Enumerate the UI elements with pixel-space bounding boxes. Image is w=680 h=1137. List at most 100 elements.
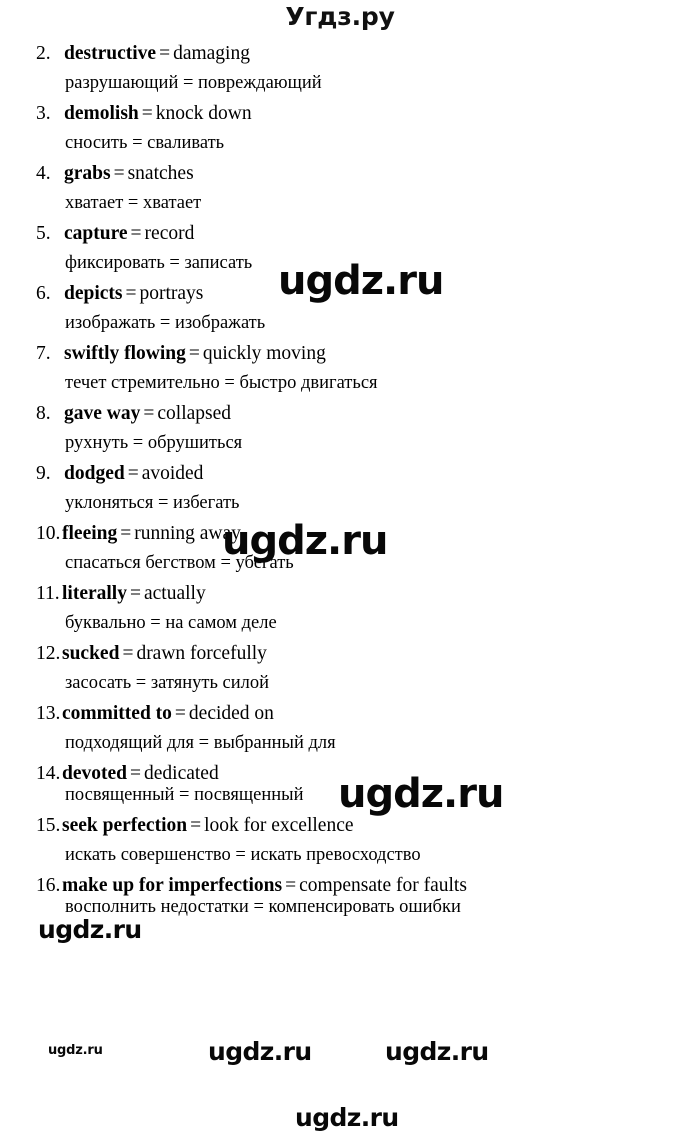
- entry-english-line: 10.fleeing = running away: [0, 524, 680, 544]
- entry-term: fleeing: [62, 523, 118, 544]
- entry-term: destructive: [64, 43, 157, 64]
- entry-english-line: 11. literally = actually: [0, 584, 680, 604]
- equals-sign: =: [120, 523, 132, 544]
- entry-number: 2.: [36, 43, 51, 64]
- entry-english-line: 2. destructive = damaging: [0, 44, 680, 64]
- entry-term: committed to: [62, 703, 172, 724]
- entry-term: dodged: [64, 463, 125, 484]
- entry-number: 16.: [36, 875, 61, 896]
- vocabulary-entry: 4. grabs = snatches хватает = хватает: [0, 164, 680, 212]
- equals-sign: =: [188, 343, 200, 364]
- equals-sign: =: [174, 703, 186, 724]
- entry-synonym: quickly moving: [202, 343, 326, 364]
- entry-synonym: record: [144, 223, 195, 244]
- entry-synonym: drawn forcefully: [136, 643, 267, 664]
- entry-synonym: compensate for faults: [299, 875, 467, 896]
- equals-sign: =: [125, 283, 137, 304]
- entry-translation-line: сносить = сваливать: [65, 132, 225, 153]
- entry-term: make up for imperfections: [62, 875, 283, 896]
- equals-sign: =: [129, 583, 141, 604]
- equals-sign: =: [285, 875, 297, 896]
- vocabulary-entry: 12.sucked = drawn forcefully засосать = зат…: [0, 644, 680, 692]
- scanned-page: Угдз.ру 2. destructive = damaging разрушающи…: [0, 0, 680, 1137]
- entry-synonym: knock down: [155, 103, 252, 124]
- entry-synonym: actually: [143, 583, 206, 604]
- entry-term: sucked: [62, 643, 120, 664]
- entry-number: 9.: [36, 463, 51, 484]
- entry-term: gave way: [64, 403, 141, 424]
- entry-term: devoted: [62, 763, 127, 784]
- entry-english-line: 5. capture = record: [0, 224, 680, 244]
- vocabulary-entry: 13.committed to = decided on подходящий для…: [0, 704, 680, 752]
- site-watermark: ugdz.ru: [295, 1103, 399, 1132]
- entry-number: 6.: [36, 283, 51, 304]
- equals-sign: =: [190, 815, 202, 836]
- entry-english-line: 8. gave way = collapsed: [0, 404, 680, 424]
- entry-number: 12.: [36, 643, 61, 664]
- entry-translation-line: посвященный = посвященный: [65, 784, 304, 805]
- entry-english-line: 13.committed to = decided on: [0, 704, 680, 724]
- equals-sign: =: [127, 463, 139, 484]
- entry-synonym: damaging: [173, 43, 250, 64]
- vocabulary-entry: 14.devoted = dedicated посвященный = посвящ…: [0, 764, 680, 804]
- equals-sign: =: [122, 643, 134, 664]
- entry-english-line: 14.devoted = dedicated: [0, 764, 680, 784]
- entry-translation-line: изображать = изображать: [65, 312, 266, 333]
- site-watermark: ugdz.ru: [48, 1043, 103, 1058]
- entry-english-line: 7. swiftly flowing = quickly moving: [0, 344, 680, 364]
- entry-term: seek perfection: [62, 815, 188, 836]
- entry-number: 8.: [36, 403, 51, 424]
- entry-synonym: look for excellence: [204, 815, 354, 836]
- entry-synonym: collapsed: [157, 403, 232, 424]
- site-watermark: ugdz.ru: [385, 1037, 489, 1066]
- equals-sign: =: [143, 403, 155, 424]
- vocabulary-entry: 7. swiftly flowing = quickly moving течет ст…: [0, 344, 680, 392]
- vocabulary-entry: 16.make up for imperfections = compensate …: [0, 876, 680, 916]
- entry-number: 10.: [36, 523, 61, 544]
- entry-translation-line: разрушающий = повреждающий: [65, 72, 322, 93]
- entry-translation-line: хватает = хватает: [65, 192, 202, 213]
- entry-term: demolish: [64, 103, 139, 124]
- equals-sign: =: [141, 103, 153, 124]
- site-watermark: ugdz.ru: [208, 1037, 312, 1066]
- entry-english-line: 4. grabs = snatches: [0, 164, 680, 184]
- entry-translation-line: течет стремительно = быстро двигаться: [65, 372, 378, 393]
- entry-translation-line: подходящий для = выбранный для: [65, 732, 336, 753]
- vocabulary-entry: 15.seek perfection = look for excellence ис…: [0, 816, 680, 864]
- entry-translation-line: спасаться бегством = убегать: [65, 552, 294, 573]
- entry-number: 4.: [36, 163, 51, 184]
- entry-english-line: 9. dodged = avoided: [0, 464, 680, 484]
- header-watermark: Угдз.ру: [285, 2, 395, 31]
- equals-sign: =: [130, 223, 142, 244]
- entry-number: 5.: [36, 223, 51, 244]
- vocabulary-entry: 8. gave way = collapsed рухнуть = обрушиться: [0, 404, 680, 452]
- entry-synonym: running away: [134, 523, 241, 544]
- entry-synonym: portrays: [139, 283, 204, 304]
- entry-translation-line: засосать = затянуть силой: [65, 672, 269, 693]
- vocabulary-entry: 9. dodged = avoided уклоняться = избегать: [0, 464, 680, 512]
- entry-synonym: avoided: [141, 463, 204, 484]
- entry-term: depicts: [64, 283, 123, 304]
- equals-sign: =: [130, 763, 141, 784]
- entry-number: 7.: [36, 343, 51, 364]
- entry-translation-line: восполнить недостатки = компенсировать о…: [65, 896, 461, 917]
- entry-synonym: snatches: [127, 163, 194, 184]
- vocabulary-entry: 11. literally = actually буквально = на само…: [0, 584, 680, 632]
- entry-translation-line: рухнуть = обрушиться: [65, 432, 243, 453]
- entry-translation-line: искать совершенство = искать превосходст…: [65, 844, 421, 865]
- entry-number: 3.: [36, 103, 51, 124]
- vocabulary-entry-list: 2. destructive = damaging разрушающий = повр…: [0, 44, 680, 928]
- entry-english-line: 15.seek perfection = look for excellence: [0, 816, 680, 836]
- vocabulary-entry: 6. depicts = portrays изображать = изображат…: [0, 284, 680, 332]
- entry-translation-line: фиксировать = записать: [65, 252, 253, 273]
- entry-term: swiftly flowing: [64, 343, 186, 364]
- entry-term: grabs: [64, 163, 111, 184]
- entry-synonym: dedicated: [144, 763, 219, 784]
- entry-synonym: decided on: [188, 703, 274, 724]
- equals-sign: =: [113, 163, 125, 184]
- entry-english-line: 3. demolish = knock down: [0, 104, 680, 124]
- entry-english-line: 12.sucked = drawn forcefully: [0, 644, 680, 664]
- entry-english-line: 6. depicts = portrays: [0, 284, 680, 304]
- vocabulary-entry: 5. capture = record фиксировать = записать: [0, 224, 680, 272]
- vocabulary-entry: 10.fleeing = running away спасаться бегство…: [0, 524, 680, 572]
